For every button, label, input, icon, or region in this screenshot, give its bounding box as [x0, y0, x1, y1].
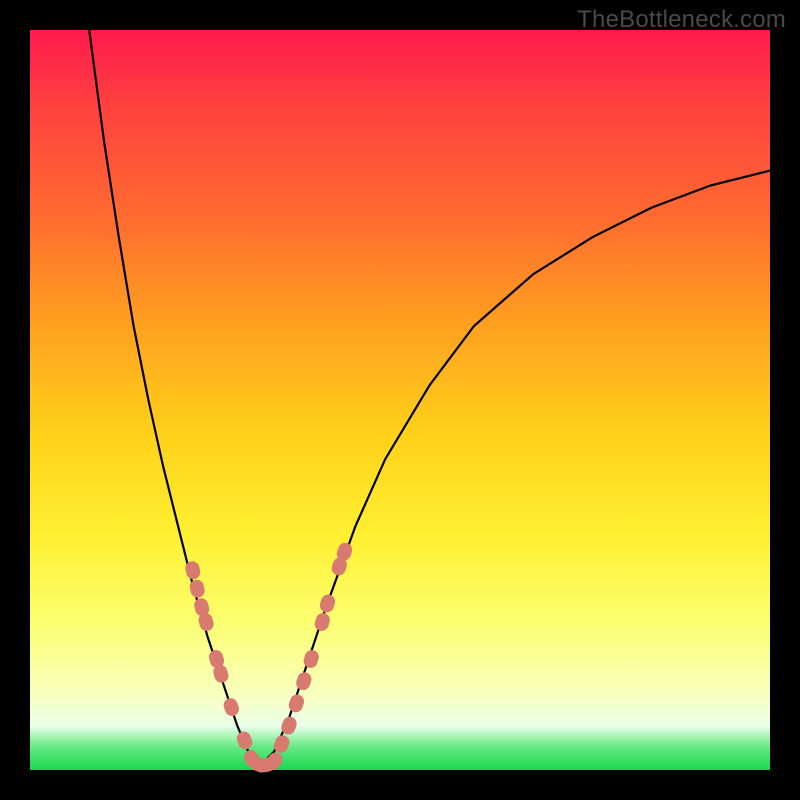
bead	[318, 593, 337, 614]
bead	[313, 611, 331, 632]
curve-svg	[30, 30, 770, 770]
curve-left	[89, 30, 259, 766]
bead	[294, 670, 313, 691]
bead	[287, 693, 306, 714]
outer-frame: TheBottleneck.com	[0, 0, 800, 800]
bead-group	[184, 541, 354, 775]
bead	[235, 729, 255, 751]
curve-right	[259, 171, 770, 767]
bead	[302, 648, 321, 669]
bead	[222, 696, 241, 718]
plot-area	[30, 30, 770, 770]
